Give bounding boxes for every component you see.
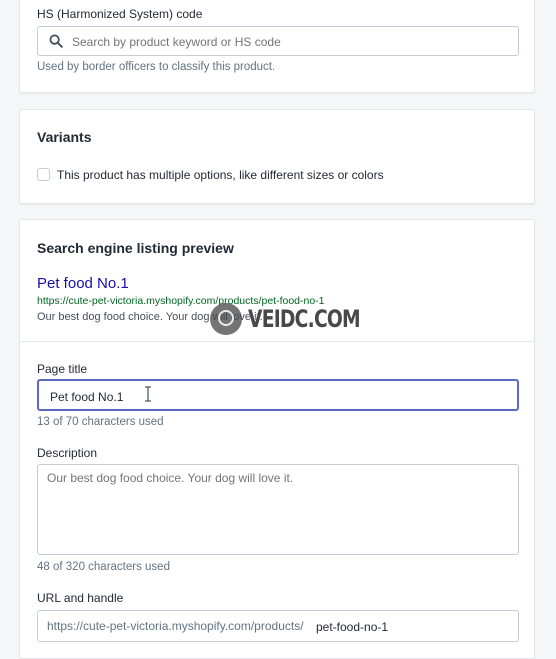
description-textarea[interactable] (47, 471, 507, 547)
url-handle-input[interactable] (314, 617, 508, 637)
page-title-field[interactable] (37, 379, 519, 411)
hs-code-label: HS (Harmonized System) code (37, 7, 203, 21)
preview-url: https://cute-pet-victoria.myshopify.com/… (37, 295, 325, 307)
page-title-label: Page title (37, 362, 88, 376)
variants-title: Variants (37, 129, 92, 145)
text-cursor-icon (144, 386, 152, 402)
hs-code-card: HS (Harmonized System) code Used by bord… (19, 0, 535, 93)
url-handle-field[interactable]: https://cute-pet-victoria.myshopify.com/… (37, 610, 519, 642)
hs-code-search-input[interactable] (70, 32, 504, 52)
variants-checkbox[interactable] (37, 168, 50, 181)
preview-title: Pet food No.1 (37, 275, 129, 292)
seo-divider (20, 341, 534, 342)
hs-code-help: Used by border officers to classify this… (37, 61, 276, 73)
page-title-input[interactable] (48, 387, 512, 407)
preview-description: Our best dog food choice. Your dog will … (37, 311, 263, 323)
url-handle-label: URL and handle (37, 591, 124, 605)
url-prefix: https://cute-pet-victoria.myshopify.com/… (47, 619, 304, 633)
description-count: 48 of 320 characters used (37, 561, 170, 573)
description-field[interactable] (37, 464, 519, 555)
variants-checkbox-label[interactable]: This product has multiple options, like … (57, 168, 384, 182)
seo-card-title: Search engine listing preview (37, 240, 234, 256)
description-label: Description (37, 446, 98, 460)
page-title-count: 13 of 70 characters used (37, 416, 164, 428)
seo-listing-card: Search engine listing preview Pet food N… (19, 219, 535, 659)
search-icon (49, 34, 63, 48)
variants-card: Variants This product has multiple optio… (19, 109, 535, 204)
hs-code-search-field[interactable] (37, 26, 519, 56)
